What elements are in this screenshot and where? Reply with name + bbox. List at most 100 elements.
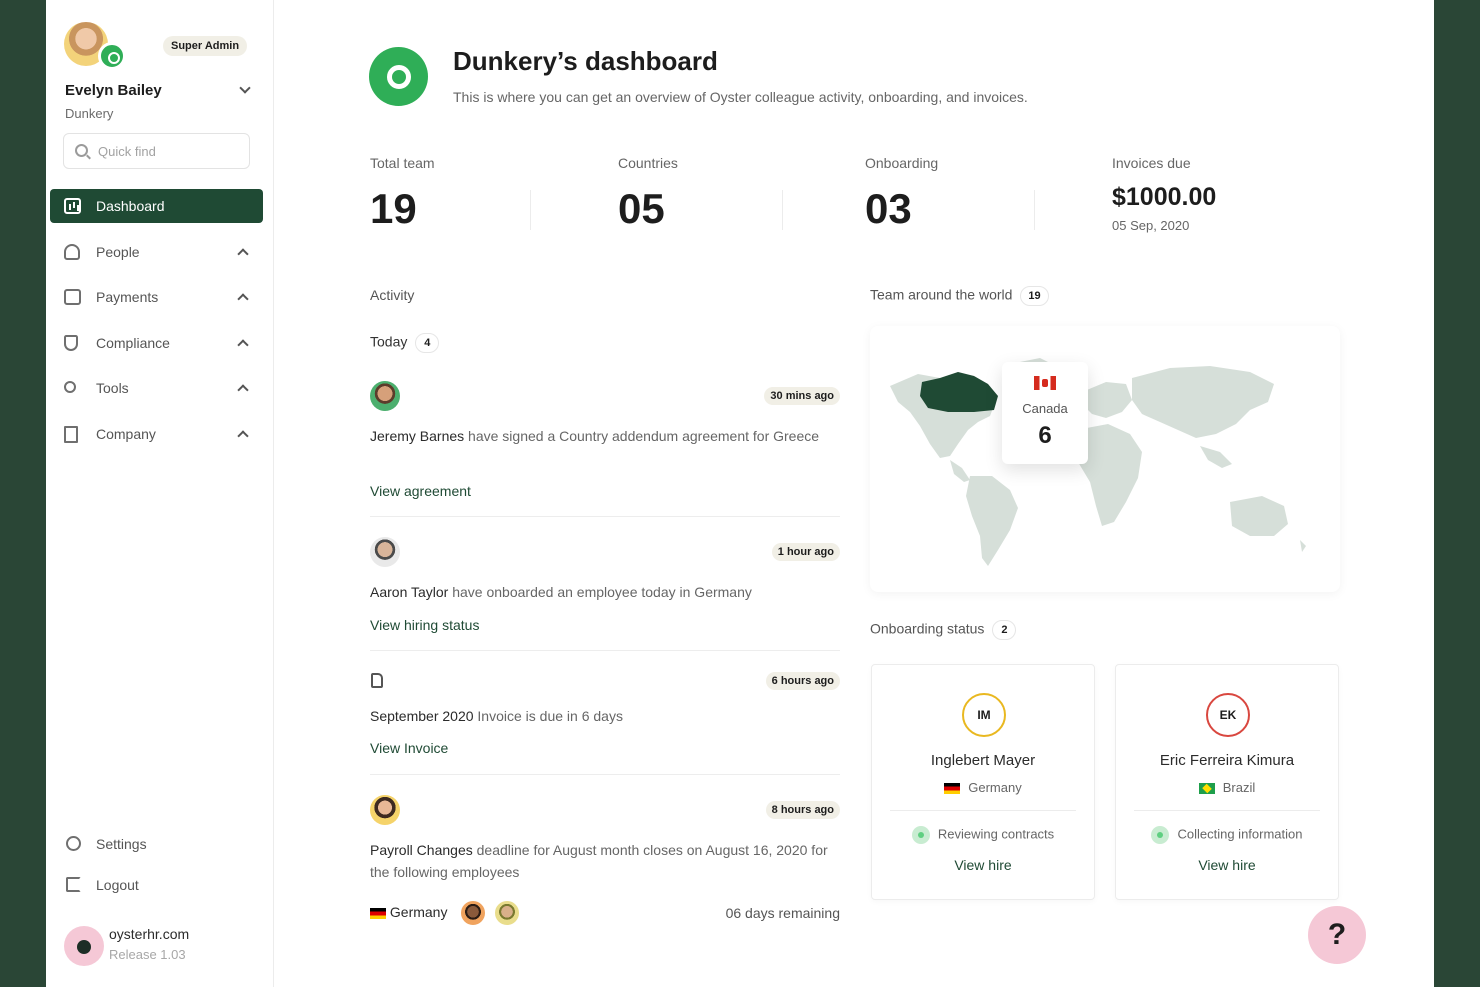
- nav-item-people[interactable]: People: [50, 235, 263, 269]
- view-hiring-status-link[interactable]: View hiring status: [370, 617, 479, 633]
- employee-avatar[interactable]: [459, 899, 487, 927]
- tooltip-country: Canada: [1022, 401, 1068, 416]
- app-window: Super Admin Evelyn Bailey Dunkery Dashbo…: [46, 0, 1434, 987]
- nav-item-dashboard[interactable]: Dashboard: [50, 189, 263, 223]
- onboarding-heading: Onboarding status 2: [870, 620, 1017, 640]
- payroll-country: Germany: [370, 904, 447, 920]
- stat-value: 03: [865, 185, 912, 232]
- activity-item: 1 hour ago Aaron Taylor have onboarded a…: [370, 537, 840, 651]
- initials-avatar: EK: [1206, 693, 1250, 737]
- activity-text: September 2020 Invoice is due in 6 days: [370, 705, 840, 727]
- brazil-flag-icon: [1198, 783, 1215, 795]
- nav-item-payments[interactable]: Payments: [50, 280, 263, 314]
- activity-item: 30 mins ago Jeremy Barnes have signed a …: [370, 381, 840, 517]
- hire-status-text: Reviewing contracts: [937, 826, 1055, 842]
- search-input[interactable]: [98, 141, 238, 161]
- stat-label: Invoices due: [1112, 155, 1191, 171]
- help-button[interactable]: ?: [1308, 906, 1366, 964]
- hire-country-name: Germany: [968, 780, 1022, 795]
- quick-find[interactable]: [63, 133, 250, 169]
- company-logo-icon: [369, 47, 428, 106]
- central-america-region: [950, 460, 970, 482]
- activity-actor: Payroll Changes: [370, 842, 473, 858]
- divider: [782, 190, 783, 230]
- world-map[interactable]: Canada 6: [870, 326, 1340, 592]
- nav-item-compliance[interactable]: Compliance: [50, 326, 263, 360]
- hire-status: Reviewing contracts: [872, 826, 1094, 844]
- stat-value: 05: [618, 185, 665, 232]
- wrench-icon: [64, 381, 76, 393]
- canada-flag-icon: [1034, 376, 1056, 390]
- today-heading: Today 4: [370, 333, 440, 353]
- nav-item-tools[interactable]: Tools: [50, 371, 263, 405]
- activity-heading: Activity: [370, 287, 415, 303]
- payroll-employees: Germany 06 days remaining: [370, 899, 840, 929]
- nav-label: Compliance: [96, 335, 170, 351]
- hire-country: Germany: [872, 780, 1094, 795]
- time-badge: 8 hours ago: [765, 801, 840, 819]
- activity-text: Jeremy Barnes have signed a Country adde…: [370, 425, 840, 447]
- status-dot-icon: [911, 826, 930, 844]
- nav-label: Company: [96, 426, 156, 442]
- activity-actor: Aaron Taylor: [370, 584, 449, 600]
- germany-flag-icon: [370, 907, 386, 919]
- time-badge: 6 hours ago: [765, 672, 840, 690]
- hire-status: Collecting information: [1116, 826, 1338, 844]
- nav-label: People: [96, 244, 140, 260]
- activity-description: have signed a Country addendum agreement…: [464, 428, 820, 444]
- south-america-region: [966, 476, 1018, 566]
- onboarding-count: 2: [992, 620, 1017, 640]
- activity-text: Payroll Changes deadline for August mont…: [370, 839, 840, 883]
- stat-label: Countries: [618, 155, 678, 171]
- view-hire-link[interactable]: View hire: [1116, 857, 1338, 873]
- payroll-country-name: Germany: [389, 904, 448, 920]
- australia-region: [1230, 496, 1288, 536]
- divider: [530, 190, 531, 230]
- divider: [1034, 190, 1035, 230]
- activity-actor: September 2020: [370, 708, 474, 724]
- today-label: Today: [370, 333, 408, 350]
- invoice-date: 05 Sep, 2020: [1112, 218, 1190, 233]
- chevron-up-icon: [237, 384, 249, 396]
- gear-icon: [66, 836, 81, 851]
- company-badge-icon: [98, 42, 126, 70]
- hire-country: Brazil: [1116, 780, 1338, 795]
- onboarding-title: Onboarding status: [870, 620, 985, 637]
- sidebar: Super Admin Evelyn Bailey Dunkery Dashbo…: [46, 0, 274, 987]
- user-company: Dunkery: [65, 106, 114, 121]
- divider: [1134, 810, 1320, 811]
- activity-item: 6 hours ago September 2020 Invoice is du…: [370, 666, 840, 775]
- logout-icon: [66, 877, 81, 892]
- settings-link[interactable]: Settings: [50, 829, 263, 859]
- country-tooltip: Canada 6: [1002, 362, 1088, 464]
- view-agreement-link[interactable]: View agreement: [370, 483, 471, 499]
- logout-label: Logout: [96, 877, 139, 893]
- chevron-up-icon: [237, 339, 249, 351]
- chevron-up-icon: [237, 248, 249, 260]
- onboarding-card: EK Eric Ferreira Kimura Brazil Collectin…: [1115, 664, 1339, 900]
- employee-avatar[interactable]: [493, 899, 521, 927]
- world-map-svg: [890, 358, 1306, 566]
- hire-country-name: Brazil: [1222, 780, 1256, 795]
- new-zealand-region: [1300, 540, 1306, 552]
- stat-total-team: Total team 19: [370, 155, 435, 233]
- search-icon: [75, 144, 88, 157]
- view-hire-link[interactable]: View hire: [872, 857, 1094, 873]
- avatar: [370, 381, 400, 411]
- activity-description: have onboarded an employee today in Germ…: [448, 584, 752, 600]
- asia-region: [1132, 366, 1274, 438]
- hire-name: Inglebert Mayer: [930, 752, 1036, 769]
- logout-link[interactable]: Logout: [50, 870, 263, 900]
- stat-label: Onboarding: [865, 155, 939, 171]
- activity-text: Aaron Taylor have onboarded an employee …: [370, 581, 840, 603]
- nav-item-company[interactable]: Company: [50, 417, 263, 451]
- today-count: 4: [415, 333, 440, 353]
- chevron-up-icon: [237, 293, 249, 305]
- page-subtitle: This is where you can get an overview of…: [453, 89, 1028, 105]
- nav-label: Tools: [96, 380, 129, 396]
- chevron-down-icon[interactable]: [239, 82, 251, 94]
- building-icon: [64, 426, 78, 443]
- view-invoice-link[interactable]: View Invoice: [370, 740, 448, 756]
- brand-url: oysterhr.com: [109, 926, 190, 942]
- divider: [890, 810, 1076, 811]
